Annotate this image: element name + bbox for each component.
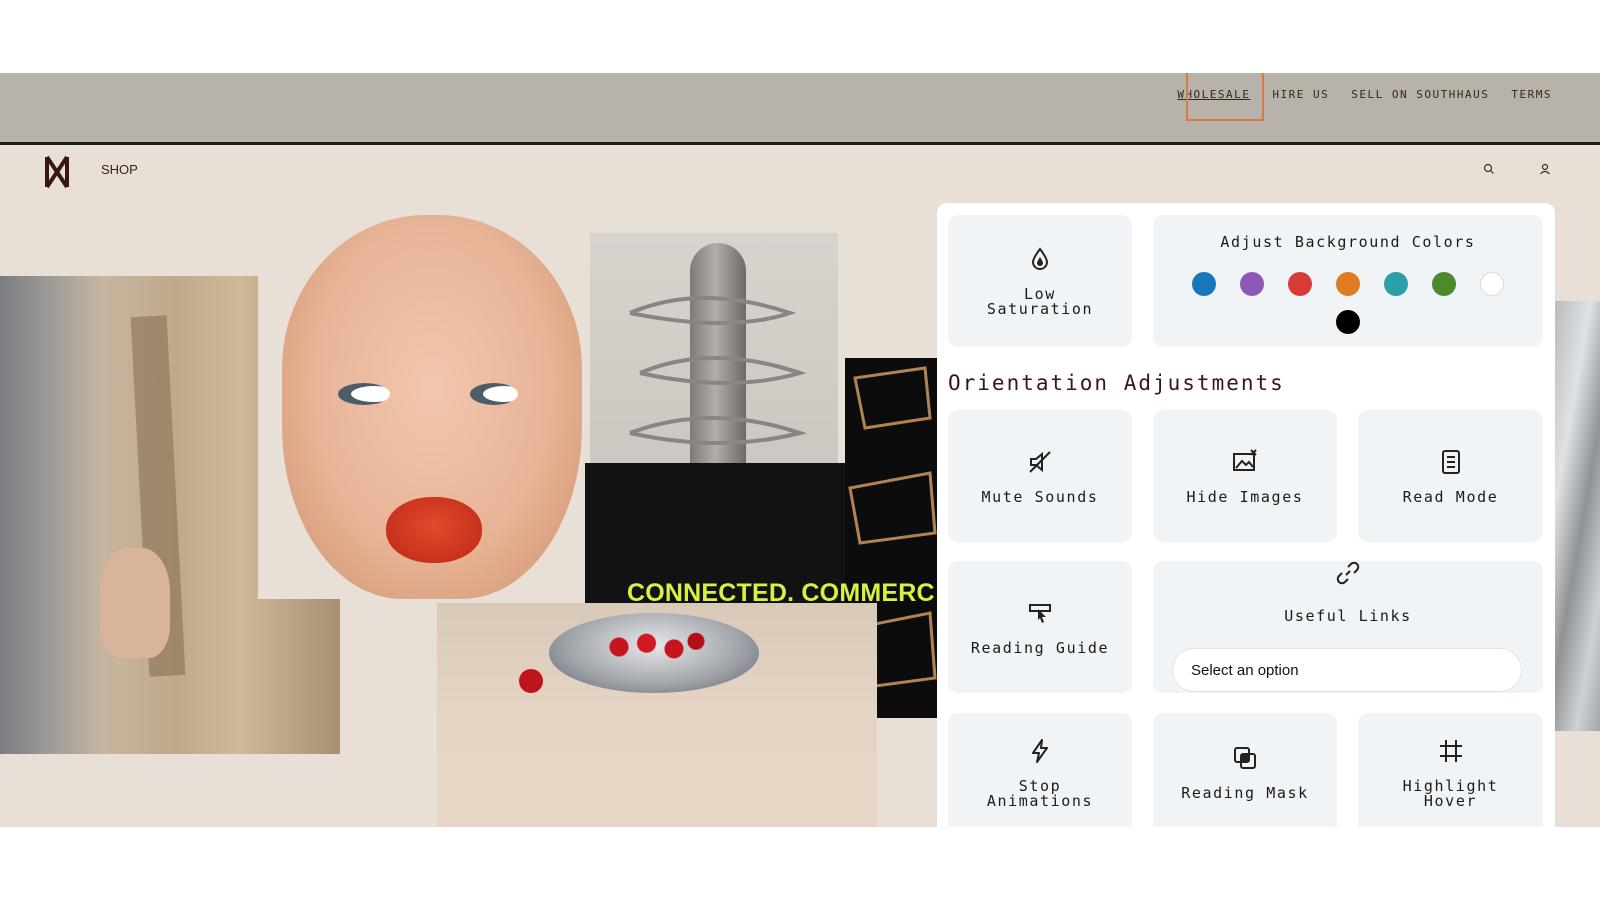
mute-icon	[1029, 450, 1051, 473]
utility-bar: WHOLESALE HIRE US SELL ON SOUTHHAUS TERM…	[0, 73, 1600, 145]
highlight-hover-label: Highlight Hover	[1402, 777, 1499, 810]
useful-links-label: Useful Links	[1284, 607, 1412, 625]
reading-guide-button[interactable]: Reading Guide	[948, 561, 1132, 693]
single-cherry	[519, 669, 543, 693]
hide-image-icon	[1233, 448, 1257, 471]
low-saturation-label: Low Saturation	[986, 285, 1094, 318]
color-swatch[interactable]	[1240, 272, 1264, 296]
lightning-icon	[1032, 739, 1048, 763]
hand-shape	[100, 548, 170, 658]
lips-shape	[386, 497, 482, 563]
user-icon[interactable]	[1538, 162, 1552, 176]
reading-guide-label: Reading Guide	[970, 638, 1110, 657]
color-swatch[interactable]	[1480, 272, 1504, 296]
color-swatch[interactable]	[1432, 272, 1456, 296]
link-icon	[1336, 561, 1360, 585]
cherry-cluster	[597, 628, 707, 666]
reading-guide-icon	[1029, 603, 1051, 623]
color-swatch[interactable]	[1192, 272, 1216, 296]
reading-mask-label: Reading Mask	[1181, 784, 1309, 802]
cherries-photo	[437, 603, 877, 827]
useful-links-card: Useful Links Select an option	[1153, 561, 1543, 693]
stop-animations-label: Stop Animations	[986, 777, 1094, 810]
mute-sounds-button[interactable]: Mute Sounds	[948, 410, 1132, 542]
color-swatch[interactable]	[1384, 272, 1408, 296]
mask-icon	[1234, 747, 1256, 769]
hide-images-label: Hide Images	[1186, 487, 1304, 506]
grid-hash-icon	[1439, 740, 1462, 762]
hero-tagline: CONNECTED. COMMERC	[627, 579, 935, 607]
document-icon	[1441, 449, 1460, 474]
background-colors-card: Adjust Background Colors	[1153, 215, 1543, 347]
eye-left	[338, 383, 390, 405]
nav-terms[interactable]: TERMS	[1511, 88, 1552, 101]
reading-mask-button[interactable]: Reading Mask	[1153, 713, 1337, 827]
background-colors-title: Adjust Background Colors	[1220, 233, 1476, 251]
portrait-photo	[258, 215, 598, 599]
color-swatch[interactable]	[1336, 310, 1360, 334]
accessibility-panel: Low Saturation Adjust Background Colors …	[937, 203, 1555, 827]
foil-photo	[1555, 301, 1600, 731]
southhaus-logo-icon[interactable]	[44, 155, 70, 189]
read-mode-button[interactable]: Read Mode	[1358, 410, 1543, 542]
shop-link[interactable]: SHOP	[101, 162, 138, 177]
nav-sell-on-southhaus[interactable]: SELL ON SOUTHHAUS	[1351, 88, 1489, 101]
focus-highlight	[1186, 73, 1264, 121]
stop-animations-button[interactable]: Stop Animations	[948, 713, 1132, 827]
highlight-hover-button[interactable]: Highlight Hover	[1358, 713, 1543, 827]
color-swatch[interactable]	[1288, 272, 1312, 296]
mute-sounds-label: Mute Sounds	[981, 487, 1099, 506]
search-icon[interactable]	[1482, 162, 1496, 176]
nav-hire-us[interactable]: HIRE US	[1272, 88, 1329, 101]
color-swatch[interactable]	[1336, 272, 1360, 296]
useful-links-select[interactable]: Select an option	[1172, 648, 1522, 692]
main-header: SHOP	[0, 148, 1600, 206]
orientation-section-title: Orientation Adjustments	[948, 371, 1285, 395]
eye-right	[470, 383, 518, 405]
low-saturation-button[interactable]: Low Saturation	[948, 215, 1132, 347]
read-mode-label: Read Mode	[1402, 487, 1499, 506]
browser-viewport: WHOLESALE HIRE US SELL ON SOUTHHAUS TERM…	[0, 73, 1600, 827]
droplet-icon	[1031, 247, 1049, 270]
hide-images-button[interactable]: Hide Images	[1153, 410, 1337, 542]
